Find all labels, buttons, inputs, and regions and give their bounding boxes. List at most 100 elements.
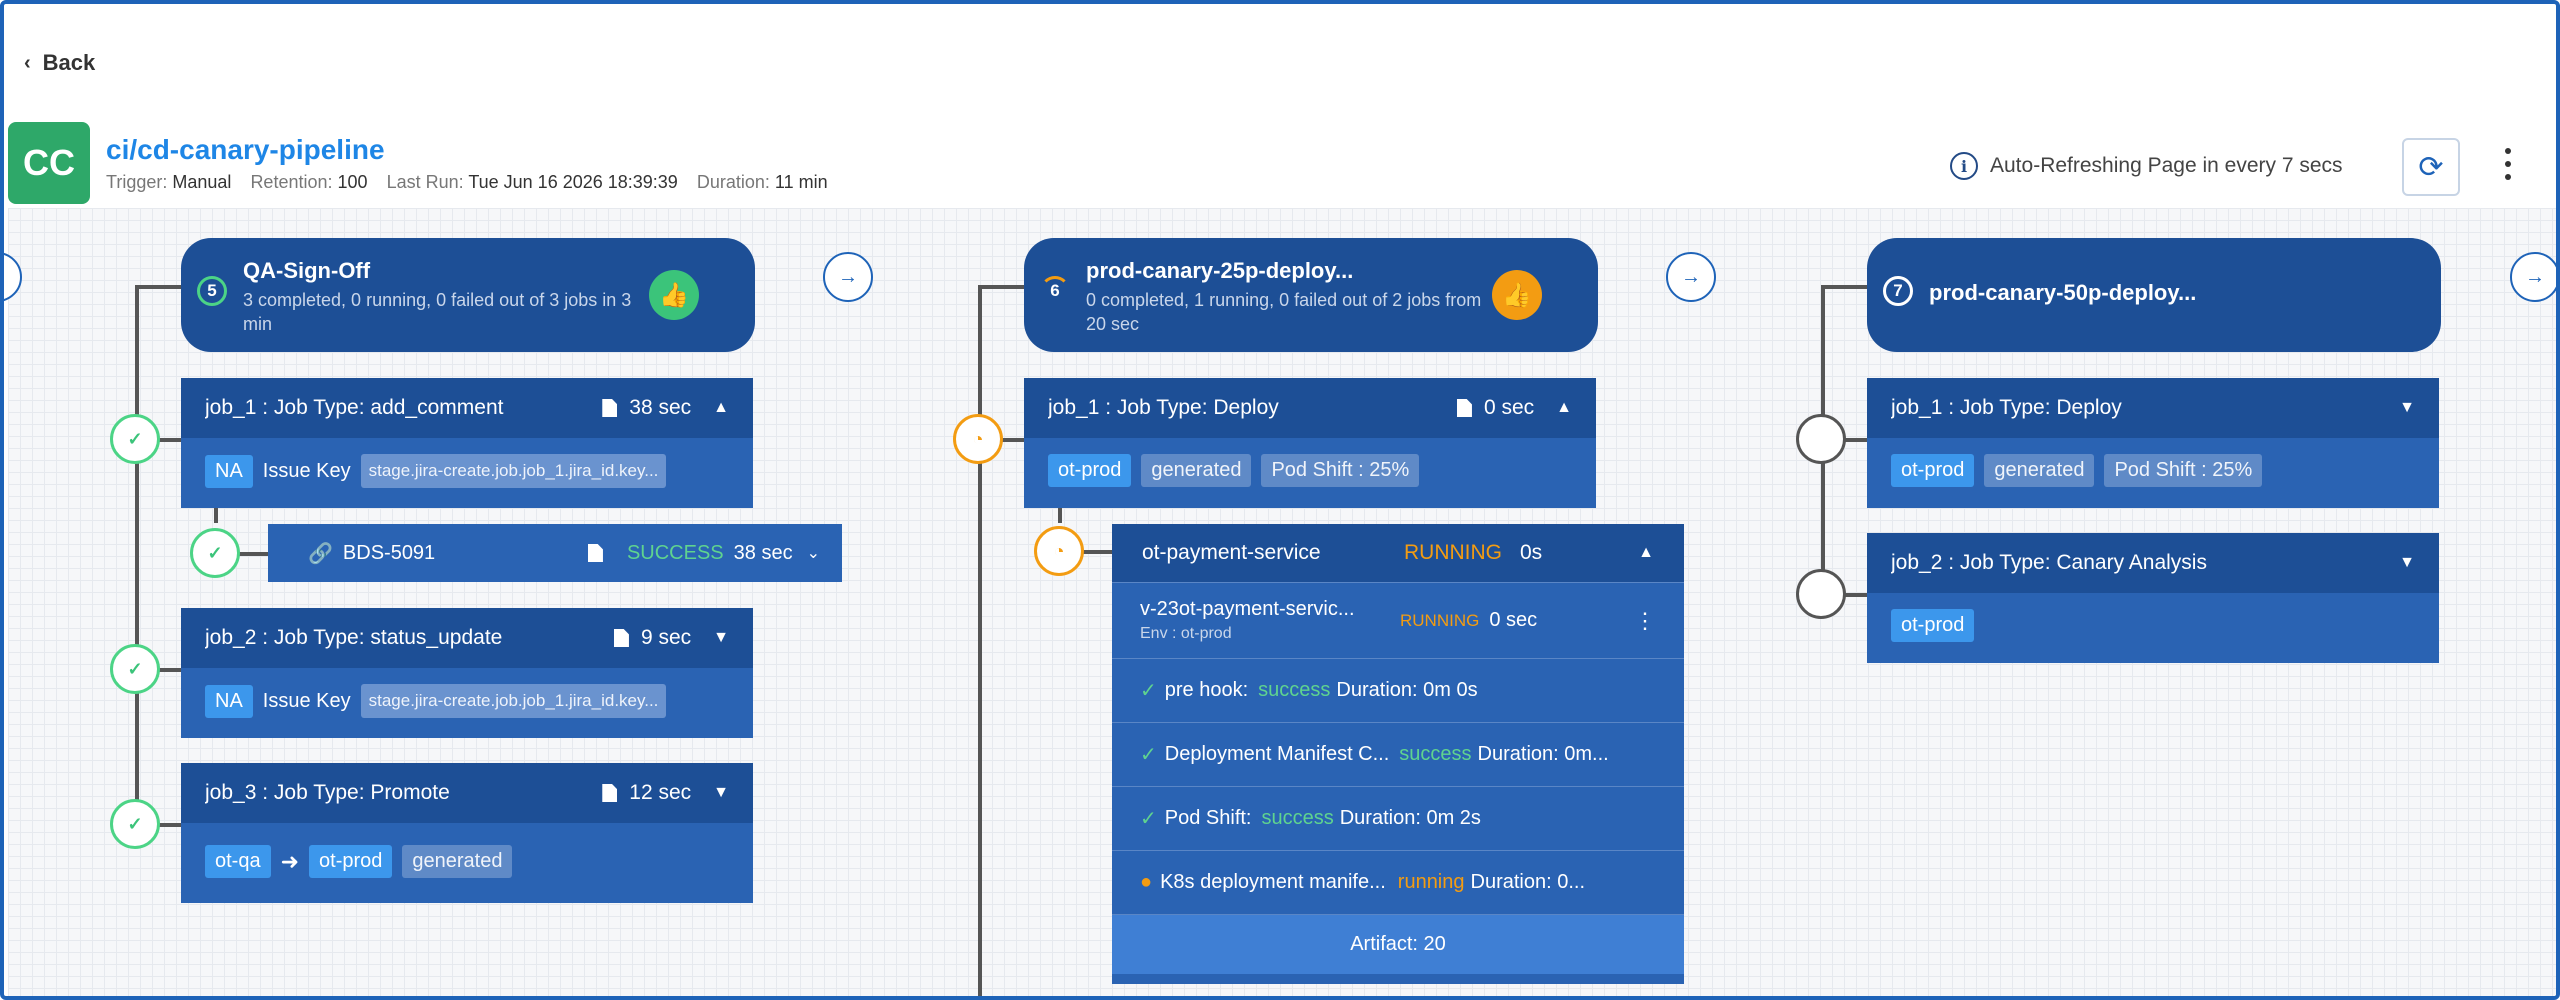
check-icon: ✓ xyxy=(110,414,160,464)
job-duration: 9 sec xyxy=(613,626,691,650)
job-header[interactable]: job_2 : Job Type: status_update 9 sec ▼ xyxy=(181,608,753,668)
duration-value: 11 min xyxy=(774,172,828,192)
chevron-down-icon[interactable]: ▼ xyxy=(2399,554,2415,572)
job-card[interactable]: job_3 : Job Type: Promote 12 sec ▼ ot-qa… xyxy=(181,763,753,903)
step-status: success xyxy=(1261,807,1334,829)
back-label: Back xyxy=(42,50,96,75)
chevron-down-icon[interactable]: ⌄ xyxy=(807,543,820,563)
job-header[interactable]: job_2 : Job Type: Canary Analysis ▼ xyxy=(1867,533,2439,593)
step-name: K8s deployment manife... xyxy=(1160,871,1386,893)
job-duration-value: 12 sec xyxy=(629,781,692,804)
arrow-right-icon[interactable]: → xyxy=(4,252,22,302)
arrow-right-icon[interactable]: → xyxy=(2510,252,2556,302)
document-icon xyxy=(587,544,603,562)
step-name: Deployment Manifest C... xyxy=(1164,743,1390,765)
link-icon: 🔗 xyxy=(308,542,333,565)
kebab-menu-icon[interactable]: ⋮ xyxy=(1634,608,1656,634)
last-run-label: Last Run: xyxy=(386,172,464,192)
source-env-tag: ot-qa xyxy=(205,845,271,878)
job-duration-value: 0 sec xyxy=(1483,396,1535,419)
step-name: pre hook: xyxy=(1164,679,1249,701)
job-body: NA Issue Key stage.jira-create.job.job_1… xyxy=(181,668,753,734)
version-row[interactable]: v-23ot-payment-servic... Env : ot-prod R… xyxy=(1112,582,1684,658)
service-header[interactable]: ot-payment-service RUNNING 0s ▲ xyxy=(1112,524,1684,582)
job-header[interactable]: job_3 : Job Type: Promote 12 sec ▼ xyxy=(181,763,753,823)
stage-card[interactable]: 5 QA-Sign-Off 3 completed, 0 running, 0 … xyxy=(181,238,755,352)
connector-line xyxy=(135,285,185,289)
job-card[interactable]: job_1 : Job Type: add_comment 38 sec ▲ N… xyxy=(181,378,753,508)
job-header[interactable]: job_1 : Job Type: Deploy 0 sec ▲ xyxy=(1024,378,1596,438)
job-tag: NA xyxy=(205,454,253,488)
document-icon xyxy=(613,629,629,647)
step-row: ✓ Deployment Manifest C... success Durat… xyxy=(1112,722,1684,786)
job-tag: NA xyxy=(205,684,253,718)
arrow-right-icon[interactable]: → xyxy=(1666,252,1716,302)
stage-number: 6 xyxy=(1040,276,1070,306)
check-icon: ✓ xyxy=(1140,680,1157,702)
arrow-right-icon[interactable]: → xyxy=(823,252,873,302)
duration-label: Duration: xyxy=(696,172,770,192)
check-icon: ✓ xyxy=(1140,808,1157,830)
document-icon xyxy=(1456,399,1472,417)
step-row: ● K8s deployment manife... running Durat… xyxy=(1112,850,1684,914)
issue-key-value: stage.jira-create.job.job_1.jira_id.key.… xyxy=(360,454,667,488)
chevron-down-icon[interactable]: ▼ xyxy=(713,629,729,647)
retention-label: Retention: xyxy=(250,172,333,192)
stage-card[interactable]: 7 prod-canary-50p-deploy... xyxy=(1867,238,2441,352)
trigger-label: Trigger: xyxy=(106,172,168,192)
job-name: job_2 : Job Type: status_update xyxy=(205,626,503,649)
step-name: Pod Shift: xyxy=(1164,807,1252,829)
connector-line xyxy=(214,508,218,523)
stage-status: 3 completed, 0 running, 0 failed out of … xyxy=(243,290,632,334)
more-menu-button[interactable] xyxy=(2500,144,2516,184)
chevron-down-icon[interactable]: ▼ xyxy=(2399,399,2415,417)
job-duration: 38 sec xyxy=(602,396,691,420)
job-header[interactable]: job_1 : Job Type: add_comment 38 sec ▲ xyxy=(181,378,753,438)
job-body: ot-prod generated Pod Shift : 25% xyxy=(1867,438,2439,503)
service-name: ot-payment-service xyxy=(1142,541,1321,564)
pod-shift-tag: Pod Shift : 25% xyxy=(2104,454,2263,487)
job-header[interactable]: job_1 : Job Type: Deploy ▼ xyxy=(1867,378,2439,438)
check-icon: ✓ xyxy=(190,528,240,578)
kebab-dot xyxy=(2505,161,2511,167)
job-body: ot-qa ➜ ot-prod generated xyxy=(181,823,753,894)
chevron-down-icon[interactable]: ▼ xyxy=(713,784,729,802)
last-run-value: Tue Jun 16 2026 18:39:39 xyxy=(468,172,678,192)
job-name: job_1 : Job Type: add_comment xyxy=(205,396,504,419)
chevron-up-icon[interactable]: ▲ xyxy=(1638,544,1654,562)
back-button[interactable]: ‹ Back xyxy=(24,50,95,76)
version-name: v-23ot-payment-servic... xyxy=(1140,598,1355,620)
chevron-left-icon: ‹ xyxy=(24,51,31,74)
step-duration: Duration: 0m 2s xyxy=(1339,807,1481,829)
auto-refresh-text: Auto-Refreshing Page in every 7 secs xyxy=(1990,154,2343,177)
check-icon: ✓ xyxy=(110,799,160,849)
version-info: v-23ot-payment-servic... Env : ot-prod xyxy=(1140,598,1400,643)
job-duration: 12 sec xyxy=(602,781,691,805)
generated-tag: generated xyxy=(1141,454,1252,487)
auto-refresh-notice: i Auto-Refreshing Page in every 7 secs xyxy=(1950,152,2343,180)
retention-value: 100 xyxy=(337,172,368,192)
service-card[interactable]: ot-payment-service RUNNING 0s ▲ v-23ot-p… xyxy=(1112,524,1684,984)
job-card[interactable]: job_1 : Job Type: Deploy ▼ ot-prod gener… xyxy=(1867,378,2439,508)
job-card[interactable]: job_2 : Job Type: status_update 9 sec ▼ … xyxy=(181,608,753,738)
clock-icon: ● xyxy=(1140,871,1153,893)
stage-card[interactable]: 6 prod-canary-25p-deploy... 0 completed,… xyxy=(1024,238,1598,352)
job-duration: 0 sec xyxy=(1456,396,1535,420)
ticket-row[interactable]: 🔗 BDS-5091 SUCCESS 38 sec ⌄ xyxy=(268,524,842,582)
job-card[interactable]: job_2 : Job Type: Canary Analysis ▼ ot-p… xyxy=(1867,533,2439,663)
document-icon xyxy=(602,784,618,802)
refresh-button[interactable]: ⟳ xyxy=(2402,138,2460,196)
pipeline-title[interactable]: ci/cd-canary-pipeline xyxy=(106,134,385,166)
ticket-id[interactable]: BDS-5091 xyxy=(343,542,588,565)
trigger-value: Manual xyxy=(172,172,232,192)
connector-line xyxy=(1058,508,1062,523)
stage-name: prod-canary-25p-deploy... xyxy=(1086,258,1354,283)
step-duration: Duration: 0m 0s xyxy=(1336,679,1478,701)
chevron-up-icon[interactable]: ▲ xyxy=(713,399,729,417)
document-icon xyxy=(602,399,618,417)
chevron-up-icon[interactable]: ▲ xyxy=(1556,399,1572,417)
pipeline-avatar: CC xyxy=(8,122,90,204)
job-card[interactable]: job_1 : Job Type: Deploy 0 sec ▲ ot-prod… xyxy=(1024,378,1596,508)
step-status: success xyxy=(1399,743,1472,765)
pending-node xyxy=(1796,569,1846,619)
